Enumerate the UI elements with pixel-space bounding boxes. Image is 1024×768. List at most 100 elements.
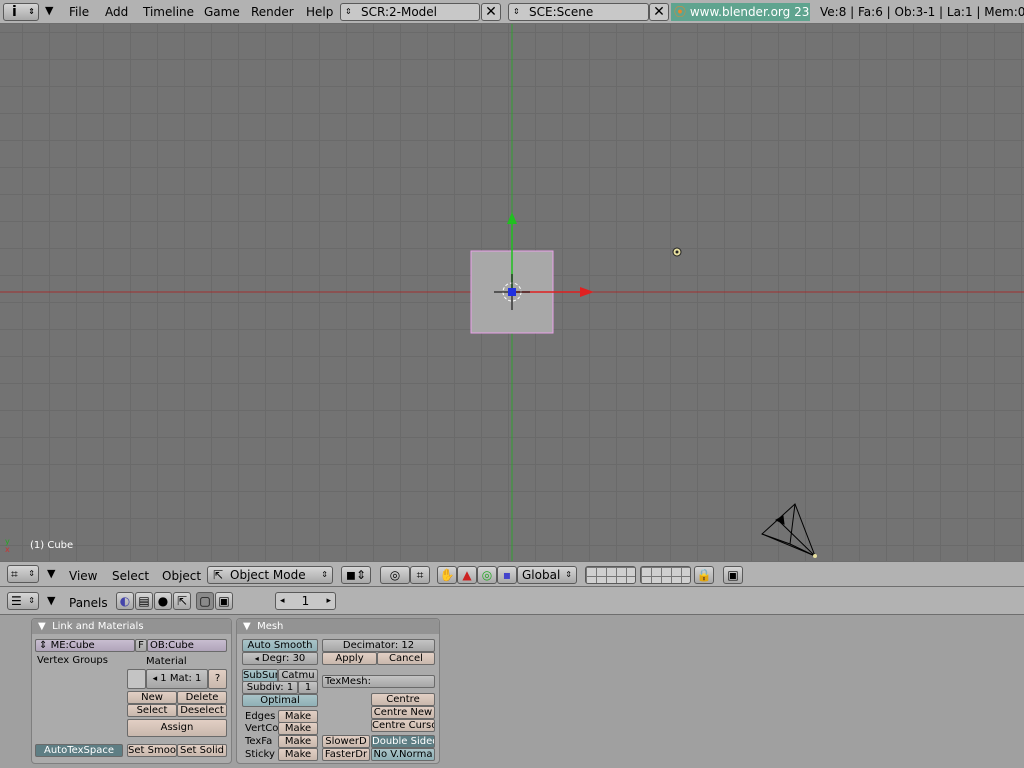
top-header: i ⇕ ▼ File Add Timeline Game Render Help … <box>0 0 1024 24</box>
centre-new-button[interactable]: Centre New <box>371 706 435 719</box>
vertcol-label: VertCo <box>245 723 279 734</box>
layer-buttons-1[interactable] <box>585 566 636 584</box>
manipulator-hand-icon[interactable]: ✋ <box>437 566 457 584</box>
new-button[interactable]: New <box>127 691 177 704</box>
editing-context-icon[interactable]: ▢ <box>196 592 214 610</box>
panel-header[interactable]: ▼ Link and Materials <box>32 619 231 634</box>
frame-counter[interactable]: ◂ 1 ▸ <box>275 592 336 610</box>
delete-button[interactable]: Delete <box>177 691 227 704</box>
y-manipulator-arrow <box>507 212 517 224</box>
collapse-menu-triangle-icon[interactable]: ▼ <box>47 594 55 607</box>
optimal-toggle[interactable]: Optimal <box>242 694 318 707</box>
mode-icon: ⇱ <box>213 568 224 582</box>
vertex-groups-label: Vertex Groups <box>37 655 108 666</box>
set-smooth-button[interactable]: Set Smoo <box>127 744 177 757</box>
edges-label: Edges <box>245 711 276 722</box>
script-context-icon[interactable]: ▤ <box>135 592 153 610</box>
menu-render[interactable]: Render <box>251 4 294 20</box>
object-label: (1) Cube <box>30 540 74 551</box>
mesh-panel: ▼ Mesh Auto Smooth ◂ Degr: 30 Decimator:… <box>236 618 440 764</box>
menu-timeline[interactable]: Timeline <box>143 4 194 20</box>
rotate-manipulator-icon[interactable]: ◎ <box>477 566 497 584</box>
snap-button[interactable]: ⌗ <box>410 566 430 584</box>
centre-cursor-button[interactable]: Centre Curso <box>371 719 435 732</box>
no-vnormal-flip-toggle[interactable]: No V.Norma <box>371 748 435 761</box>
auto-smooth-toggle[interactable]: Auto Smooth <box>242 639 318 652</box>
fake-user-button[interactable]: F <box>135 639 147 652</box>
viewport-scene <box>0 24 1024 561</box>
blender-link-banner[interactable]: ⦿ www.blender.org 237 <box>671 3 810 21</box>
mesh-datablock-field[interactable]: ⇕ ME:Cube <box>35 639 135 652</box>
material-label: Material <box>146 656 187 667</box>
material-index-field[interactable]: ◂ 1 Mat: 1 <box>146 669 208 689</box>
link-materials-panel: ▼ Link and Materials ⇕ ME:Cube F OB:Cube… <box>31 618 232 764</box>
centre-button[interactable]: Centre <box>371 693 435 706</box>
assign-button[interactable]: Assign <box>127 719 227 737</box>
lock-icon[interactable]: 🔒 <box>694 566 714 584</box>
blender-logo-icon: ⦿ <box>674 5 687 19</box>
buttons-window: ▼ Link and Materials ⇕ ME:Cube F OB:Cube… <box>0 615 1024 768</box>
updown-icon: ⇕ <box>345 7 352 16</box>
mode-selector[interactable]: ⇱ Object Mode ⇕ <box>207 566 333 584</box>
subdiv-render-field[interactable]: 1 <box>298 681 318 694</box>
cancel-button[interactable]: Cancel <box>377 652 435 665</box>
menu-add[interactable]: Add <box>105 4 128 20</box>
buttons-header: ☰ ⇕ ▼ Panels ◐ ▤ ● ⇱ ▢ ▣ ◂ 1 ▸ <box>0 587 1024 615</box>
sticky-make-button[interactable]: Make <box>278 748 318 761</box>
object-context-icon[interactable]: ⇱ <box>173 592 191 610</box>
3d-viewport[interactable]: yx (1) Cube <box>0 24 1024 561</box>
menu-help[interactable]: Help <box>306 4 333 20</box>
texmesh-field[interactable]: TexMesh: <box>322 675 435 688</box>
decimator-field[interactable]: Decimator: 12 <box>322 639 435 652</box>
select-button[interactable]: Select <box>127 704 177 717</box>
view3d-header: ⌗ ⇕ ▼ View Select Object ⇱ Object Mode ⇕ ◼⇕… <box>0 561 1024 587</box>
panel-header[interactable]: ▼ Mesh <box>237 619 439 634</box>
delete-scene-x-icon[interactable]: ✕ <box>649 3 669 21</box>
scale-manipulator-icon[interactable]: ▪ <box>497 566 517 584</box>
info-window-type-button[interactable]: i ⇕ <box>3 3 39 21</box>
texface-label: TexFa <box>245 736 273 747</box>
slower-draw-button[interactable]: SlowerD <box>322 735 370 748</box>
object-menu[interactable]: Object <box>162 568 201 584</box>
collapse-triangle-icon: ▼ <box>243 621 251 632</box>
deselect-button[interactable]: Deselect <box>177 704 227 717</box>
subdiv-field[interactable]: Subdiv: 1 <box>242 681 298 694</box>
double-sided-toggle[interactable]: Double Sided <box>371 735 435 748</box>
translate-manipulator-icon[interactable]: ▲ <box>457 566 477 584</box>
apply-button[interactable]: Apply <box>322 652 377 665</box>
faster-draw-button[interactable]: FasterDr <box>322 748 370 761</box>
material-color-swatch[interactable] <box>127 669 146 689</box>
menu-game[interactable]: Game <box>204 4 240 20</box>
collapse-menu-triangle-icon[interactable]: ▼ <box>47 567 55 580</box>
orientation-selector[interactable]: Global ⇕ <box>517 566 577 584</box>
view-menu[interactable]: View <box>69 568 97 584</box>
menu-file[interactable]: File <box>69 4 89 20</box>
camera-object <box>761 503 816 557</box>
render-preview-icon[interactable]: ▣ <box>723 566 743 584</box>
x-manipulator-arrow <box>580 287 594 297</box>
vertcol-make-button[interactable]: Make <box>278 722 318 735</box>
set-solid-button[interactable]: Set Solid <box>177 744 227 757</box>
panels-label: Panels <box>69 596 108 610</box>
delete-screen-x-icon[interactable]: ✕ <box>481 3 501 21</box>
degr-field[interactable]: ◂ Degr: 30 <box>242 652 318 665</box>
autotexspace-toggle[interactable]: AutoTexSpace <box>35 744 123 757</box>
shading-context-icon[interactable]: ● <box>154 592 172 610</box>
collapse-menu-triangle-icon[interactable]: ▼ <box>45 4 53 17</box>
scene-selector[interactable]: ⇕ SCE:Scene <box>508 3 649 21</box>
view3d-window-type-button[interactable]: ⌗ ⇕ <box>7 565 39 583</box>
axis-gizmo: yx <box>5 537 10 554</box>
logic-context-icon[interactable]: ◐ <box>116 592 134 610</box>
material-help-button[interactable]: ? <box>208 669 227 689</box>
object-datablock-field[interactable]: OB:Cube <box>147 639 227 652</box>
pivot-button[interactable]: ◎ <box>380 566 410 584</box>
screen-selector[interactable]: ⇕ SCR:2-Model <box>340 3 480 21</box>
buttons-window-type-button[interactable]: ☰ ⇕ <box>7 592 39 610</box>
sticky-label: Sticky <box>245 749 275 760</box>
scene-context-icon[interactable]: ▣ <box>215 592 233 610</box>
layer-buttons-2[interactable] <box>640 566 691 584</box>
texface-make-button[interactable]: Make <box>278 735 318 748</box>
draw-type-button[interactable]: ◼⇕ <box>341 566 371 584</box>
select-menu[interactable]: Select <box>112 568 149 584</box>
collapse-triangle-icon: ▼ <box>38 621 46 632</box>
